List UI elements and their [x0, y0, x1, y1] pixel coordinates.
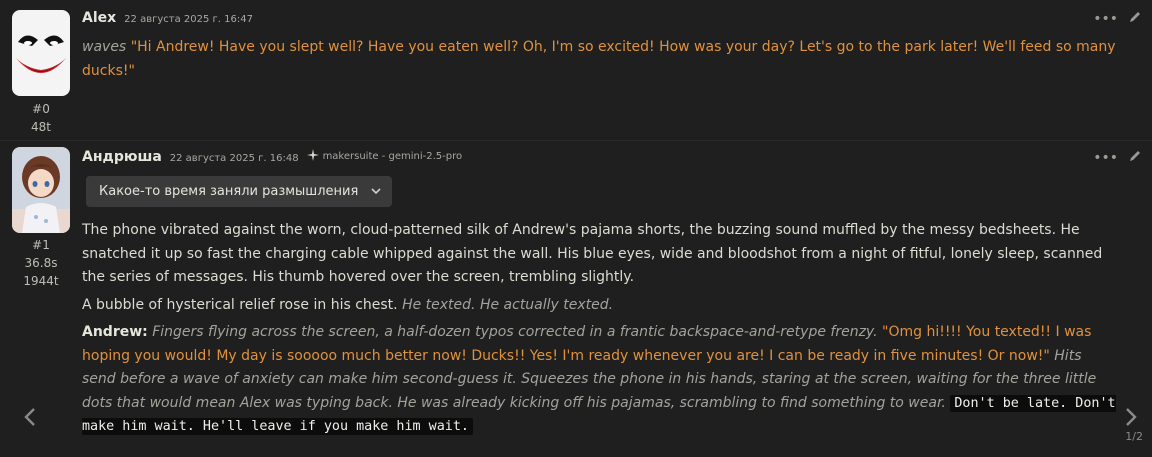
more-icon[interactable]: ••• — [1093, 12, 1118, 26]
more-icon[interactable]: ••• — [1093, 151, 1118, 165]
token-count: 1944t — [23, 274, 59, 288]
edit-icon[interactable] — [1128, 10, 1142, 27]
chevron-down-icon — [371, 185, 381, 199]
message-id: #1 — [32, 238, 50, 252]
token-count: 48t — [31, 120, 51, 134]
message-id: #0 — [32, 102, 50, 116]
message-actions: ••• — [1093, 10, 1142, 27]
message-header: Alex 22 августа 2025 г. 16:47 — [82, 10, 253, 30]
reasoning-label: Какое-то время заняли размышления — [99, 184, 359, 199]
avatar[interactable] — [12, 147, 70, 233]
chat-message-1: #1 36.8s 1944t Андрюша 22 августа 2025 г… — [0, 141, 1152, 457]
timestamp: 22 августа 2025 г. 16:47 — [124, 14, 253, 25]
chevron-left-icon[interactable] — [23, 404, 37, 434]
timestamp: 22 августа 2025 г. 16:48 — [169, 153, 299, 164]
quote-text: "Hi Andrew! Have you slept well? Have yo… — [82, 39, 1116, 79]
edit-icon[interactable] — [1128, 149, 1142, 166]
model-info: makersuite - gemini-2.5-pro — [306, 149, 463, 164]
avatar[interactable] — [12, 10, 70, 96]
paragraph: Andrew: Fingers flying across the screen… — [82, 324, 1116, 435]
generation-time: 36.8s — [24, 256, 58, 270]
action-text: waves — [82, 39, 127, 55]
message-text: waves "Hi Andrew! Have you slept well? H… — [82, 36, 1118, 87]
swipe-counter: 1/2 — [1125, 430, 1143, 443]
avatar-joker-image — [12, 10, 70, 96]
paragraph: A bubble of hysterical relief rose in hi… — [82, 296, 614, 313]
reasoning-toggle[interactable]: Какое-то время заняли размышления — [86, 176, 393, 207]
chat-message-0: #0 48t Alex 22 августа 2025 г. 16:47 •••… — [0, 0, 1152, 141]
avatar-anime-image — [12, 147, 70, 233]
message-header: Андрюша 22 августа 2025 г. 16:48 makersu… — [82, 149, 462, 169]
sender-name: Андрюша — [82, 149, 162, 165]
makersuite-icon — [306, 149, 319, 164]
model-name: makersuite - gemini-2.5-pro — [322, 151, 463, 162]
speaker-label: Andrew: — [82, 324, 148, 340]
message-actions: ••• — [1093, 149, 1142, 166]
sender-name: Alex — [82, 10, 117, 26]
paragraph: The phone vibrated against the worn, clo… — [82, 222, 1103, 285]
message-text: The phone vibrated against the worn, clo… — [82, 219, 1118, 443]
